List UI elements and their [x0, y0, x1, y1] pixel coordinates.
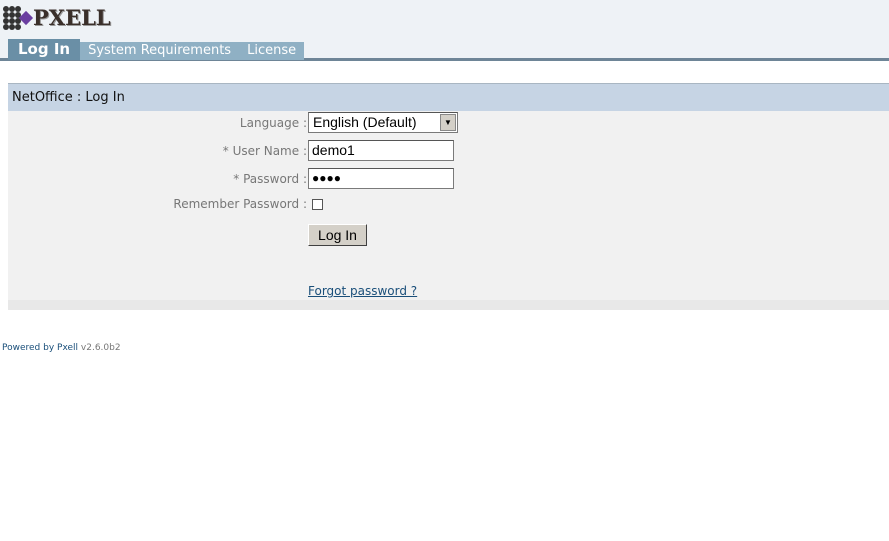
tab-license[interactable]: License [239, 42, 305, 60]
password-input[interactable]: ●●●● [308, 168, 454, 189]
logo-text: PXELL [33, 5, 111, 30]
language-select[interactable]: English (Default) ▼ [308, 112, 458, 133]
username-label: * User Name : [222, 143, 307, 158]
tab-bar: Log In System Requirements License [8, 39, 305, 60]
panel-title: NetOffice : Log In [8, 83, 889, 111]
forgot-password-link[interactable]: Forgot password ? [308, 284, 417, 298]
password-label: * Password : [233, 171, 307, 186]
chevron-down-icon[interactable]: ▼ [440, 114, 456, 131]
footer: Powered by Pxell v2.6.0b2 [2, 343, 121, 353]
pxell-logo: PXELL [3, 5, 111, 30]
tab-log-in[interactable]: Log In [8, 39, 81, 60]
remember-password-checkbox[interactable] [312, 198, 323, 210]
login-panel: NetOffice : Log In Language : English (D… [8, 83, 889, 310]
logo-icon [3, 5, 34, 30]
language-value: English (Default) [313, 114, 417, 130]
powered-by-link[interactable]: Powered by Pxell [2, 343, 78, 353]
language-label: Language : [239, 115, 307, 130]
panel-footer-strip [8, 300, 889, 310]
tab-system-requirements[interactable]: System Requirements [80, 42, 240, 60]
version-text: v2.6.0b2 [80, 343, 121, 353]
remember-password-label: Remember Password : [173, 197, 307, 211]
login-button[interactable]: Log In [308, 224, 367, 246]
header: PXELL Log In System Requirements License [0, 0, 889, 61]
username-input[interactable]: demo1 [308, 140, 454, 161]
